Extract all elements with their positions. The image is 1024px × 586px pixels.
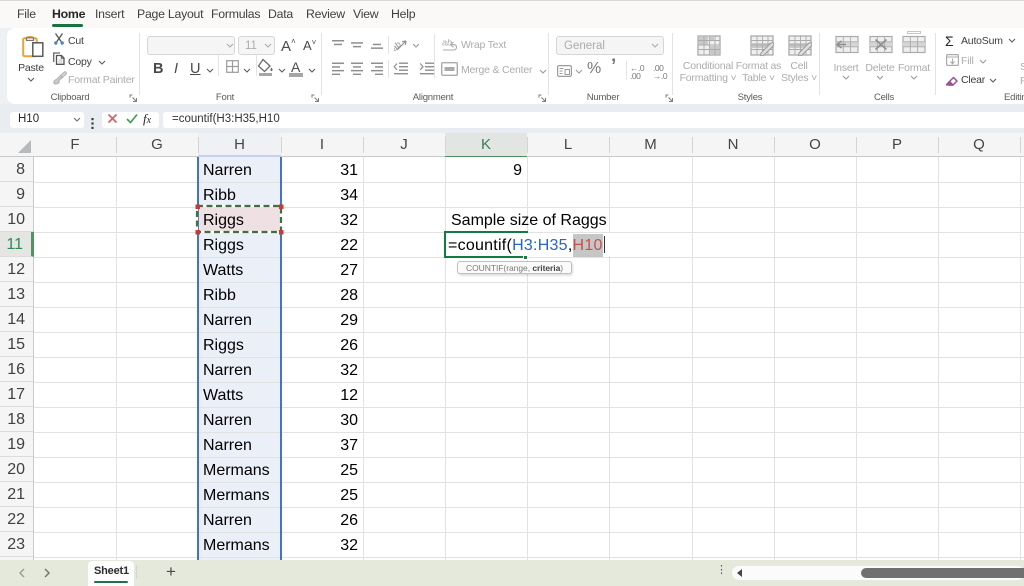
svg-text:ab: ab bbox=[442, 38, 452, 48]
svg-text:ab: ab bbox=[394, 39, 403, 53]
